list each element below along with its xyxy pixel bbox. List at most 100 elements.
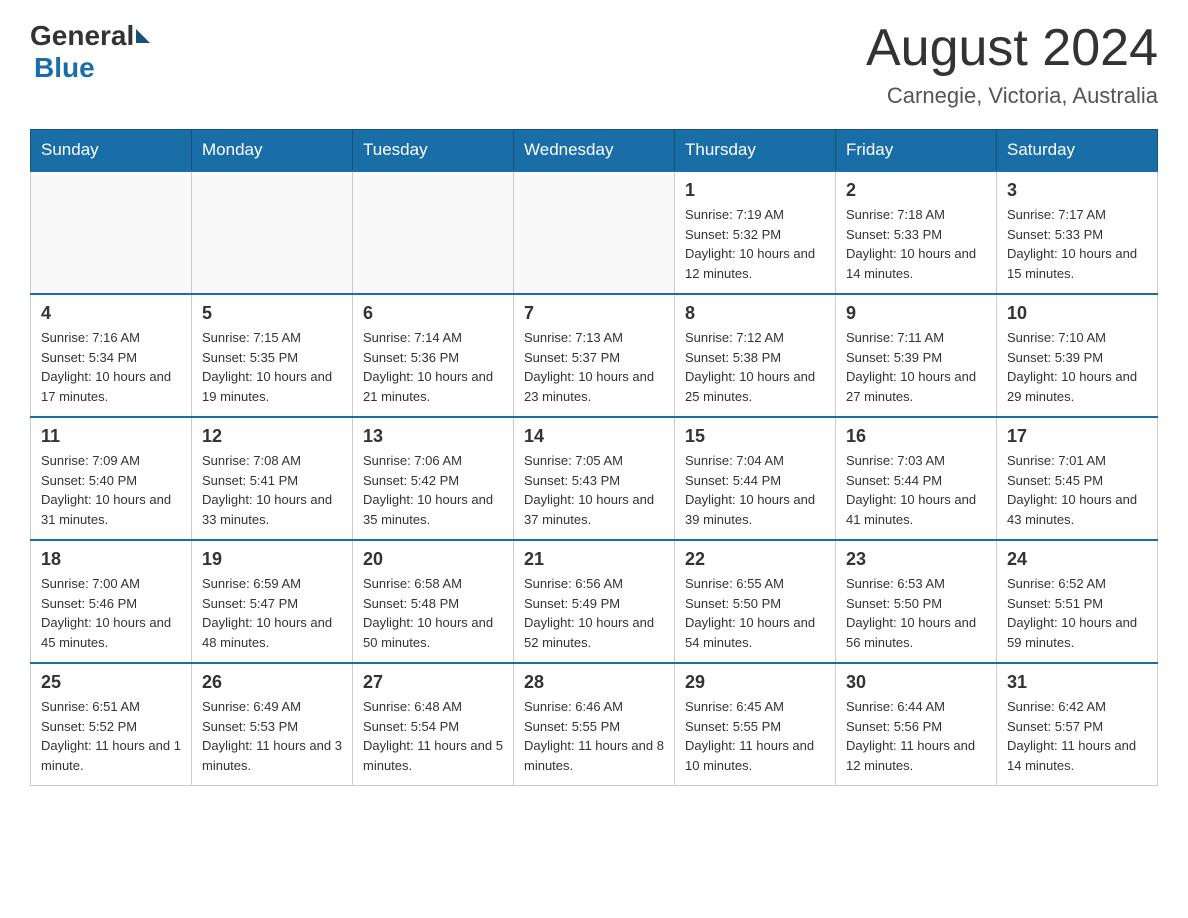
day-number: 23 <box>846 549 986 570</box>
calendar-day-cell: 30Sunrise: 6:44 AM Sunset: 5:56 PM Dayli… <box>836 663 997 786</box>
calendar-day-cell: 9 Sunrise: 7:11 AM Sunset: 5:39 PM Daylig… <box>836 294 997 417</box>
day-info: Sunrise: 7:17 AM Sunset: 5:33 PM Dayligh… <box>1007 205 1147 283</box>
day-number: 9 <box>846 303 986 324</box>
day-number: 2 <box>846 180 986 201</box>
day-number: 22 <box>685 549 825 570</box>
day-number: 27 <box>363 672 503 693</box>
day-number: 28 <box>524 672 664 693</box>
day-info: Sunrise: 6:51 AM Sunset: 5:52 PM Dayligh… <box>41 697 181 775</box>
calendar-day-header: Wednesday <box>514 130 675 172</box>
day-number: 16 <box>846 426 986 447</box>
calendar-day-cell: 23 Sunrise: 6:53 AM Sunset: 5:50 PM Dayli… <box>836 540 997 663</box>
calendar-day-header: Sunday <box>31 130 192 172</box>
day-info: Sunrise: 6:52 AM Sunset: 5:51 PM Dayligh… <box>1007 574 1147 652</box>
day-number: 26 <box>202 672 342 693</box>
day-info: Sunrise: 6:56 AM Sunset: 5:49 PM Dayligh… <box>524 574 664 652</box>
day-info: Sunrise: 6:55 AM Sunset: 5:50 PM Dayligh… <box>685 574 825 652</box>
day-info: Sunrise: 6:45 AM Sunset: 5:55 PM Dayligh… <box>685 697 825 775</box>
day-number: 19 <box>202 549 342 570</box>
day-info: Sunrise: 6:42 AM Sunset: 5:57 PM Dayligh… <box>1007 697 1147 775</box>
day-number: 6 <box>363 303 503 324</box>
calendar-day-cell: 8Sunrise: 7:12 AM Sunset: 5:38 PM Daylig… <box>675 294 836 417</box>
day-info: Sunrise: 6:48 AM Sunset: 5:54 PM Dayligh… <box>363 697 503 775</box>
day-info: Sunrise: 6:58 AM Sunset: 5:48 PM Dayligh… <box>363 574 503 652</box>
day-number: 10 <box>1007 303 1147 324</box>
calendar-day-header: Tuesday <box>353 130 514 172</box>
day-info: Sunrise: 7:18 AM Sunset: 5:33 PM Dayligh… <box>846 205 986 283</box>
day-info: Sunrise: 7:16 AM Sunset: 5:34 PM Dayligh… <box>41 328 181 406</box>
logo: General Blue <box>30 20 152 84</box>
day-info: Sunrise: 6:53 AM Sunset: 5:50 PM Dayligh… <box>846 574 986 652</box>
calendar-day-cell: 7Sunrise: 7:13 AM Sunset: 5:37 PM Daylig… <box>514 294 675 417</box>
calendar-day-cell: 11Sunrise: 7:09 AM Sunset: 5:40 PM Dayli… <box>31 417 192 540</box>
calendar-day-cell <box>353 171 514 294</box>
calendar-day-cell: 18Sunrise: 7:00 AM Sunset: 5:46 PM Dayli… <box>31 540 192 663</box>
calendar-day-header: Saturday <box>997 130 1158 172</box>
calendar-day-cell <box>192 171 353 294</box>
calendar-day-cell: 5 Sunrise: 7:15 AM Sunset: 5:35 PM Daylig… <box>192 294 353 417</box>
calendar-day-cell: 1 Sunrise: 7:19 AM Sunset: 5:32 PM Daylig… <box>675 171 836 294</box>
calendar-day-header: Friday <box>836 130 997 172</box>
logo-triangle-icon <box>136 29 150 43</box>
day-info: Sunrise: 7:19 AM Sunset: 5:32 PM Dayligh… <box>685 205 825 283</box>
calendar-week-row: 25 Sunrise: 6:51 AM Sunset: 5:52 PM Dayli… <box>31 663 1158 786</box>
day-info: Sunrise: 7:04 AM Sunset: 5:44 PM Dayligh… <box>685 451 825 529</box>
day-number: 7 <box>524 303 664 324</box>
calendar-day-cell: 22 Sunrise: 6:55 AM Sunset: 5:50 PM Dayli… <box>675 540 836 663</box>
calendar-day-cell: 25 Sunrise: 6:51 AM Sunset: 5:52 PM Dayli… <box>31 663 192 786</box>
calendar-day-cell: 2 Sunrise: 7:18 AM Sunset: 5:33 PM Daylig… <box>836 171 997 294</box>
day-info: Sunrise: 7:06 AM Sunset: 5:42 PM Dayligh… <box>363 451 503 529</box>
calendar-day-cell: 10 Sunrise: 7:10 AM Sunset: 5:39 PM Dayli… <box>997 294 1158 417</box>
day-info: Sunrise: 7:03 AM Sunset: 5:44 PM Dayligh… <box>846 451 986 529</box>
day-number: 1 <box>685 180 825 201</box>
day-info: Sunrise: 7:14 AM Sunset: 5:36 PM Dayligh… <box>363 328 503 406</box>
day-info: Sunrise: 7:10 AM Sunset: 5:39 PM Dayligh… <box>1007 328 1147 406</box>
calendar-day-cell <box>514 171 675 294</box>
calendar-day-cell: 29 Sunrise: 6:45 AM Sunset: 5:55 PM Dayli… <box>675 663 836 786</box>
calendar-day-header: Thursday <box>675 130 836 172</box>
title-section: August 2024 Carnegie, Victoria, Australi… <box>866 20 1158 109</box>
location-subtitle: Carnegie, Victoria, Australia <box>866 83 1158 109</box>
calendar-day-cell <box>31 171 192 294</box>
page-header: General Blue August 2024 Carnegie, Victo… <box>30 20 1158 109</box>
day-info: Sunrise: 7:11 AM Sunset: 5:39 PM Dayligh… <box>846 328 986 406</box>
calendar-table: SundayMondayTuesdayWednesdayThursdayFrid… <box>30 129 1158 786</box>
day-info: Sunrise: 7:00 AM Sunset: 5:46 PM Dayligh… <box>41 574 181 652</box>
calendar-header-row: SundayMondayTuesdayWednesdayThursdayFrid… <box>31 130 1158 172</box>
day-info: Sunrise: 7:12 AM Sunset: 5:38 PM Dayligh… <box>685 328 825 406</box>
calendar-day-cell: 16 Sunrise: 7:03 AM Sunset: 5:44 PM Dayli… <box>836 417 997 540</box>
calendar-day-header: Monday <box>192 130 353 172</box>
day-info: Sunrise: 6:49 AM Sunset: 5:53 PM Dayligh… <box>202 697 342 775</box>
calendar-week-row: 18Sunrise: 7:00 AM Sunset: 5:46 PM Dayli… <box>31 540 1158 663</box>
calendar-week-row: 11Sunrise: 7:09 AM Sunset: 5:40 PM Dayli… <box>31 417 1158 540</box>
day-info: Sunrise: 7:08 AM Sunset: 5:41 PM Dayligh… <box>202 451 342 529</box>
calendar-day-cell: 14Sunrise: 7:05 AM Sunset: 5:43 PM Dayli… <box>514 417 675 540</box>
calendar-day-cell: 4Sunrise: 7:16 AM Sunset: 5:34 PM Daylig… <box>31 294 192 417</box>
day-number: 24 <box>1007 549 1147 570</box>
calendar-day-cell: 24 Sunrise: 6:52 AM Sunset: 5:51 PM Dayli… <box>997 540 1158 663</box>
calendar-week-row: 1 Sunrise: 7:19 AM Sunset: 5:32 PM Daylig… <box>31 171 1158 294</box>
calendar-day-cell: 13 Sunrise: 7:06 AM Sunset: 5:42 PM Dayli… <box>353 417 514 540</box>
day-info: Sunrise: 7:01 AM Sunset: 5:45 PM Dayligh… <box>1007 451 1147 529</box>
day-number: 30 <box>846 672 986 693</box>
calendar-day-cell: 20Sunrise: 6:58 AM Sunset: 5:48 PM Dayli… <box>353 540 514 663</box>
day-number: 13 <box>363 426 503 447</box>
day-info: Sunrise: 7:15 AM Sunset: 5:35 PM Dayligh… <box>202 328 342 406</box>
logo-general-text: General <box>30 20 134 52</box>
day-number: 3 <box>1007 180 1147 201</box>
day-number: 25 <box>41 672 181 693</box>
day-number: 11 <box>41 426 181 447</box>
calendar-day-cell: 3 Sunrise: 7:17 AM Sunset: 5:33 PM Daylig… <box>997 171 1158 294</box>
day-number: 29 <box>685 672 825 693</box>
day-number: 5 <box>202 303 342 324</box>
calendar-day-cell: 12Sunrise: 7:08 AM Sunset: 5:41 PM Dayli… <box>192 417 353 540</box>
day-info: Sunrise: 6:46 AM Sunset: 5:55 PM Dayligh… <box>524 697 664 775</box>
day-number: 17 <box>1007 426 1147 447</box>
month-year-title: August 2024 <box>866 20 1158 77</box>
day-number: 14 <box>524 426 664 447</box>
calendar-day-cell: 28 Sunrise: 6:46 AM Sunset: 5:55 PM Dayli… <box>514 663 675 786</box>
calendar-week-row: 4Sunrise: 7:16 AM Sunset: 5:34 PM Daylig… <box>31 294 1158 417</box>
calendar-day-cell: 6 Sunrise: 7:14 AM Sunset: 5:36 PM Daylig… <box>353 294 514 417</box>
calendar-day-cell: 21Sunrise: 6:56 AM Sunset: 5:49 PM Dayli… <box>514 540 675 663</box>
day-number: 31 <box>1007 672 1147 693</box>
